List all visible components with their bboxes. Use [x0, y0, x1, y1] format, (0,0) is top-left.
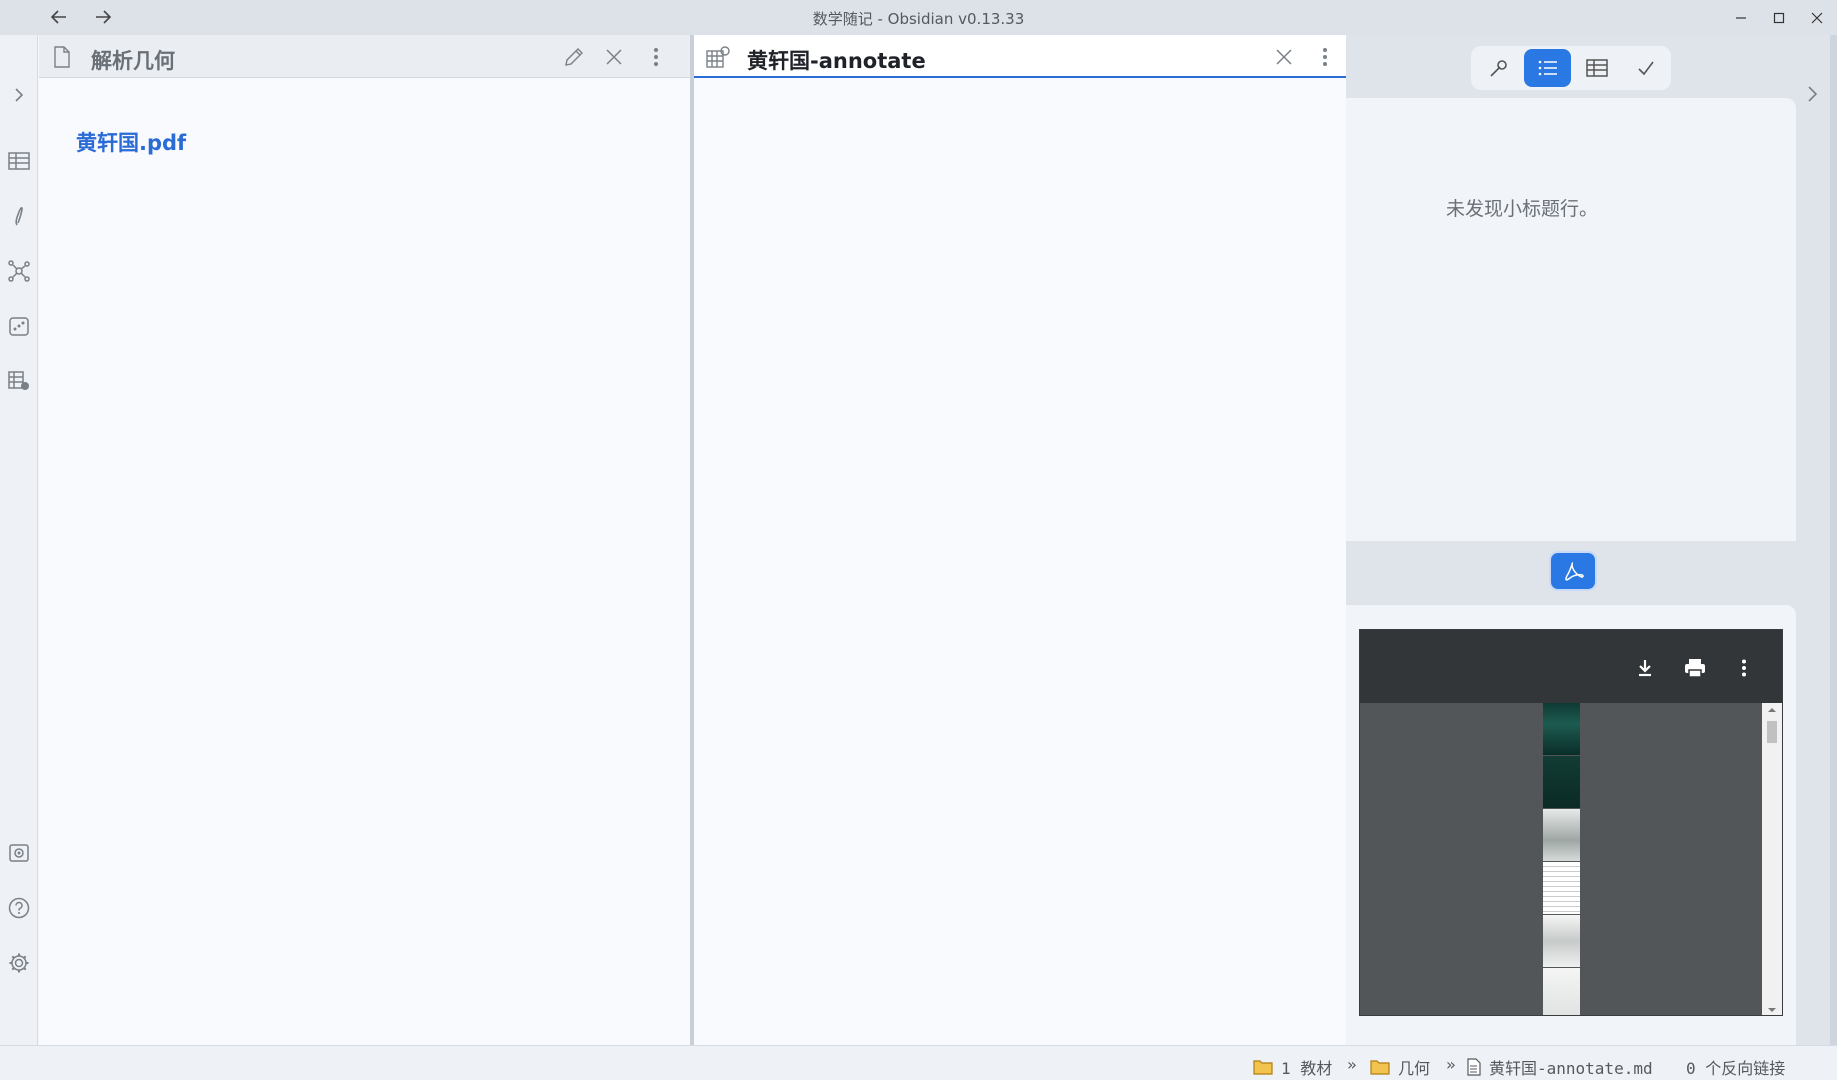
acrobat-icon — [1565, 562, 1584, 581]
pdf-toolbar — [1360, 630, 1782, 703]
window-scrollbar[interactable] — [1830, 35, 1837, 1045]
close-icon — [606, 49, 622, 65]
pdf-preview-panel — [1346, 605, 1796, 1045]
wand-icon — [1489, 60, 1507, 77]
chevron-right-icon — [15, 88, 24, 102]
scroll-thumb[interactable] — [1767, 721, 1777, 743]
breadcrumb-label: 几何 — [1398, 1059, 1431, 1078]
magic-button[interactable] — [1475, 49, 1522, 87]
pdf-internal-link[interactable]: 黄轩国.pdf — [76, 127, 186, 157]
pdf-page-thumbnail[interactable] — [1543, 809, 1580, 861]
close-pane-button[interactable] — [1270, 43, 1298, 71]
list-icon — [1538, 60, 1557, 76]
graph-view-button[interactable] — [5, 257, 33, 285]
pdf-page-thumbnail[interactable] — [1543, 862, 1580, 914]
settings-button[interactable] — [5, 949, 33, 977]
vault-icon — [9, 844, 29, 862]
sidebar-view-switcher — [1471, 46, 1671, 90]
pdf-print-button[interactable] — [1681, 654, 1709, 682]
file-icon — [54, 46, 70, 68]
pdf-page-thumbnail[interactable] — [1543, 968, 1580, 1015]
pen-icon — [15, 206, 23, 226]
more-options-button[interactable] — [642, 43, 670, 71]
check-icon — [1637, 61, 1654, 76]
more-options-button[interactable] — [1311, 43, 1339, 71]
pdf-page-thumbnail[interactable] — [1543, 915, 1580, 967]
breadcrumb-label: 1 教材 — [1281, 1059, 1333, 1078]
folder-icon — [1253, 1060, 1273, 1075]
pdf-viewer[interactable] — [1359, 629, 1783, 1016]
table-icon — [8, 152, 30, 170]
right-sidebar: 未发现小标题行。 — [1346, 35, 1837, 1045]
pdf-view-button[interactable] — [1549, 551, 1597, 591]
pencil-icon — [565, 48, 583, 66]
breadcrumb-folder[interactable]: 1 教材 — [1253, 1055, 1332, 1079]
outline-button[interactable] — [1524, 49, 1571, 87]
scroll-up-icon — [1768, 708, 1776, 712]
annotate-grid-icon — [706, 46, 730, 68]
vault-switcher-button[interactable] — [5, 839, 33, 867]
pane-header: 解析几何 — [39, 35, 690, 78]
maximize-icon — [1773, 12, 1785, 23]
file-icon — [1467, 1058, 1481, 1076]
breadcrumb-file[interactable]: 黄轩国-annotate.md — [1467, 1055, 1653, 1079]
table-icon — [1585, 59, 1608, 77]
note-title: 黄轩国-annotate — [747, 49, 926, 73]
annotate-pane: 黄轩国-annotate — [694, 35, 1346, 1045]
graph-icon — [8, 260, 30, 282]
dice-icon — [9, 317, 29, 336]
folder-icon — [1370, 1060, 1390, 1075]
pdf-page-thumbnail[interactable] — [1543, 703, 1580, 755]
pdf-download-button[interactable] — [1631, 654, 1659, 682]
minimize-button[interactable] — [1721, 0, 1761, 35]
note-title: 解析几何 — [91, 49, 175, 73]
breadcrumb-separator: » — [1347, 1055, 1357, 1074]
outline-panel: 未发现小标题行。 — [1346, 98, 1796, 541]
more-icon — [1323, 48, 1327, 66]
file-icon-wrap[interactable] — [48, 43, 76, 71]
help-button[interactable] — [5, 894, 33, 922]
more-icon — [654, 48, 658, 66]
backlinks-count[interactable]: 0 个反向链接 — [1686, 1055, 1785, 1079]
edit-mode-button[interactable] — [560, 43, 588, 71]
pdf-more-button[interactable] — [1730, 654, 1758, 682]
table-view-button[interactable] — [1573, 49, 1620, 87]
title-bar: 数学随记 - Obsidian v0.13.33 — [0, 0, 1837, 35]
left-editor-pane: 解析几何 黄轩国.pdf — [39, 35, 690, 1045]
table-button[interactable] — [5, 147, 33, 175]
window-title: 数学随记 - Obsidian v0.13.33 — [812, 10, 1025, 28]
close-window-button[interactable] — [1797, 0, 1837, 35]
close-pane-button[interactable] — [600, 43, 628, 71]
pane-header-active: 黄轩国-annotate — [694, 35, 1346, 78]
annotate-view-icon-wrap[interactable] — [704, 43, 732, 71]
breadcrumb-folder[interactable]: 几何 — [1370, 1055, 1430, 1079]
breadcrumb-label: 黄轩国-annotate.md — [1489, 1059, 1653, 1078]
help-icon — [8, 897, 30, 919]
outline-empty-message: 未发现小标题行。 — [1445, 198, 1598, 220]
breadcrumb-separator: » — [1446, 1055, 1456, 1074]
minimize-icon — [1736, 16, 1746, 19]
table-settings-icon — [8, 371, 29, 390]
more-vertical-icon — [1742, 659, 1746, 677]
expand-sidebar-button[interactable] — [5, 81, 33, 109]
pen-button[interactable] — [5, 202, 33, 230]
table-settings-button[interactable] — [5, 367, 33, 395]
status-bar: 1 教材 » 几何 » 黄轩国-annotate.md 0 个反向链接 — [0, 1045, 1837, 1080]
left-ribbon — [0, 35, 38, 1045]
download-icon — [1639, 660, 1651, 677]
pdf-page-thumbnails — [1543, 703, 1580, 1015]
close-icon — [1811, 12, 1823, 23]
print-icon — [1685, 659, 1705, 678]
collapse-sidebar-button[interactable] — [1801, 82, 1825, 106]
tasks-button[interactable] — [1622, 49, 1669, 87]
maximize-button[interactable] — [1759, 0, 1799, 35]
close-icon — [1276, 49, 1292, 65]
pdf-page-thumbnail[interactable] — [1543, 756, 1580, 808]
random-note-button[interactable] — [5, 312, 33, 340]
scroll-down-icon — [1768, 1008, 1776, 1012]
chevron-right-icon — [1808, 86, 1818, 102]
gear-icon — [9, 953, 29, 973]
pdf-scrollbar[interactable] — [1762, 703, 1782, 1015]
